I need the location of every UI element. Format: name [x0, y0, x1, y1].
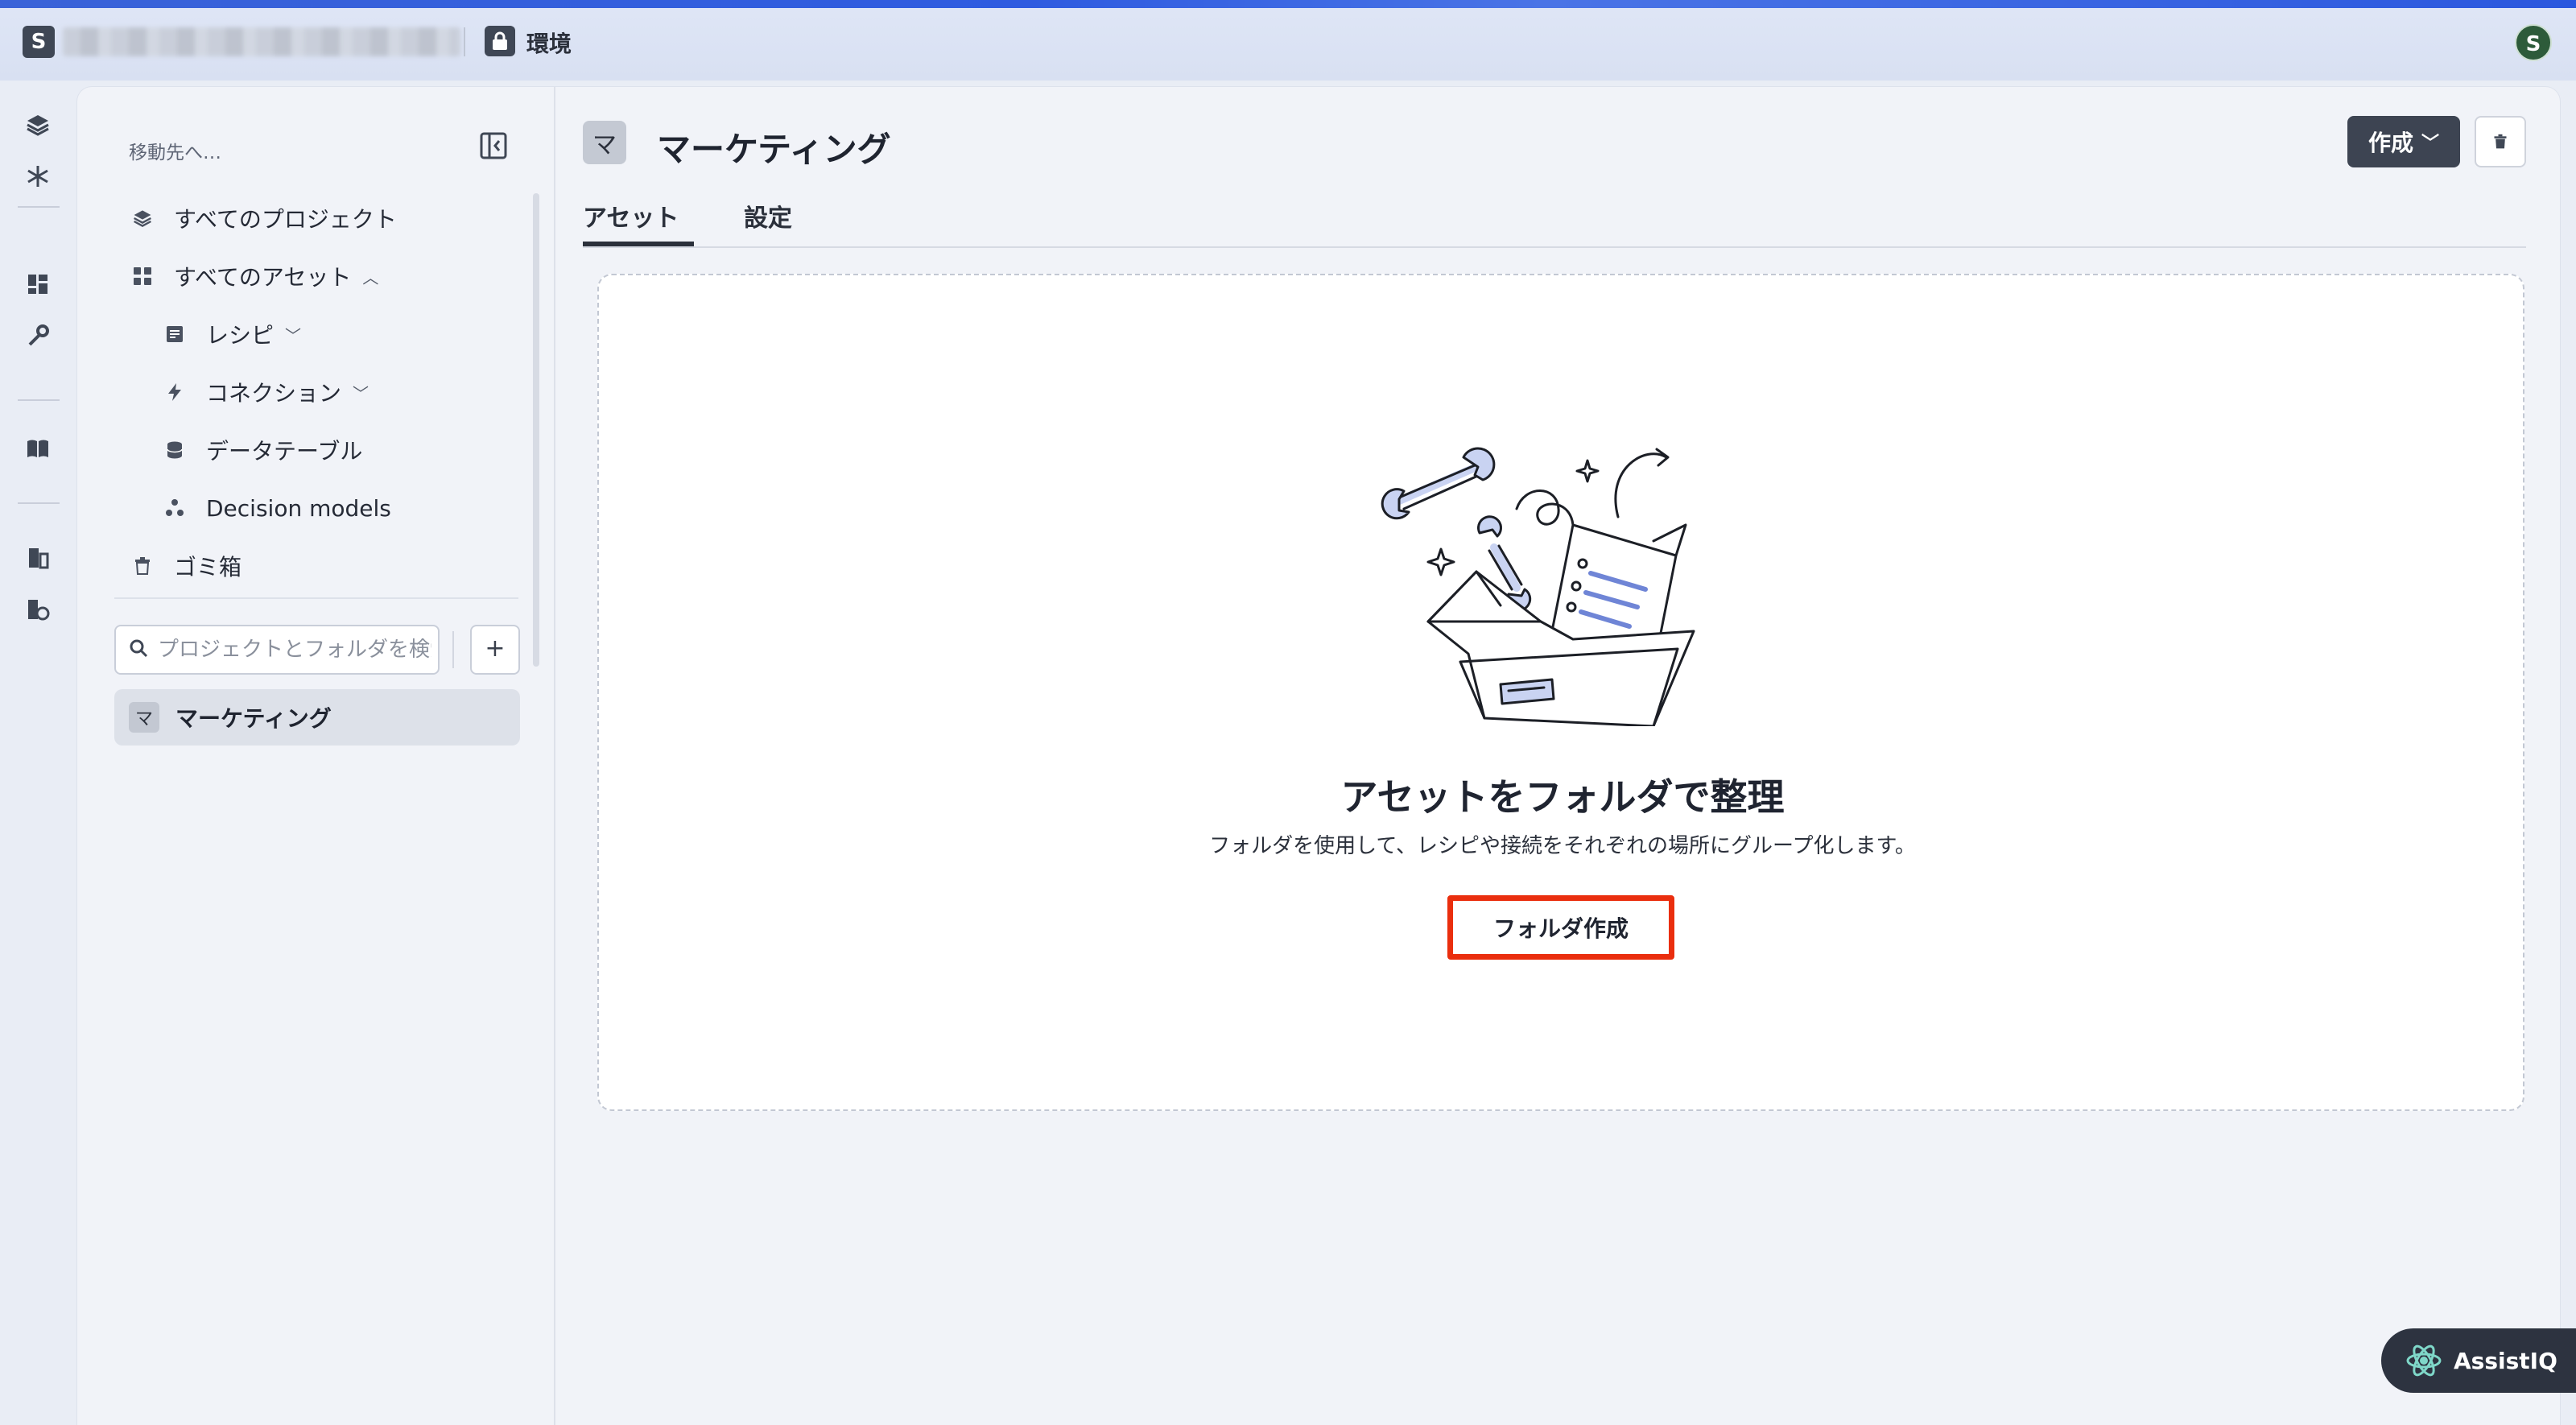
divider [464, 27, 465, 56]
rail-divider [18, 206, 60, 208]
sidebar-item-decision-models[interactable]: Decision models [163, 488, 391, 528]
project-title-badge: マ [583, 121, 626, 164]
trash-icon [130, 554, 155, 578]
trash-icon [2494, 134, 2507, 149]
project-item-marketing[interactable]: マ マーケティング [114, 689, 520, 746]
rail-divider [18, 399, 60, 401]
tab-settings[interactable]: 設定 [744, 198, 792, 246]
environment-label[interactable]: 環境 [526, 27, 572, 59]
left-rail [0, 81, 77, 1425]
sidebar-item-connections[interactable]: コネクション ﹀ [163, 372, 369, 412]
lock-icon [485, 26, 515, 56]
decision-icon [163, 496, 187, 520]
collapse-sidebar-button[interactable] [478, 130, 509, 161]
search-input[interactable] [158, 638, 431, 662]
empty-state-title: アセットをフォルダで整理 [1340, 775, 1785, 819]
content-area: マ マーケティング 作成 ﹀ アセット 設定 アセットをフォルダで整理 フォルダ… [555, 87, 2560, 1425]
wrench-icon[interactable] [24, 322, 52, 349]
bolt-icon [163, 380, 187, 404]
grid-icon [130, 264, 155, 288]
layers-icon[interactable] [24, 111, 52, 138]
book-icon[interactable] [24, 435, 52, 462]
building-icon[interactable] [24, 544, 52, 572]
delete-project-button[interactable] [2475, 116, 2526, 167]
divider [452, 631, 454, 668]
top-accent-bar [0, 0, 2576, 8]
page-title: マーケティング [657, 130, 891, 169]
layers-icon [130, 206, 155, 230]
main-panel: 移動先へ… すべてのプロジェクト すべてのアセット ︿ レシピ ﹀ コネクション… [77, 87, 2560, 1425]
chevron-down-icon[interactable]: ﹀ [285, 323, 301, 346]
project-badge: マ [129, 702, 159, 733]
folder-tools-illustration [1380, 428, 1718, 728]
sidebar-scrollbar[interactable] [533, 193, 539, 667]
project-name: マーケティング [175, 705, 332, 732]
chevron-down-icon[interactable]: ﹀ [353, 381, 369, 404]
tab-assets[interactable]: アセット [583, 198, 694, 246]
create-folder-button[interactable]: フォルダ作成 [1447, 895, 1674, 960]
billing-icon[interactable] [24, 596, 52, 623]
sidebar-item-label: ゴミ箱 [174, 554, 242, 580]
sidebar-item-recipes[interactable]: レシピ ﹀ [163, 314, 301, 354]
sidebar-item-all-projects[interactable]: すべてのプロジェクト [130, 198, 397, 238]
sidebar-item-label: Decision models [206, 494, 391, 522]
project-sidebar: 移動先へ… すべてのプロジェクト すべてのアセット ︿ レシピ ﹀ コネクション… [77, 87, 555, 1425]
atom-icon [2405, 1342, 2442, 1379]
rail-divider [18, 502, 60, 504]
tabs-divider [583, 246, 2526, 248]
assistiq-button[interactable]: AssistIQ [2381, 1328, 2576, 1393]
project-search-field[interactable] [114, 625, 440, 675]
empty-state-card: アセットをフォルダで整理 フォルダを使用して、レシピや接続をそれぞれの場所にグル… [597, 274, 2524, 1111]
sidebar-item-label: データテーブル [206, 438, 363, 465]
empty-state-description: フォルダを使用して、レシピや接続をそれぞれの場所にグループ化します。 [1209, 834, 1916, 858]
org-name-redacted[interactable] [63, 27, 460, 56]
top-bar: S 環境 S [0, 0, 2576, 81]
org-badge[interactable]: S [23, 26, 55, 58]
sidebar-item-label: すべてのアセット [174, 264, 352, 291]
chevron-down-icon: ﹀ [2421, 134, 2440, 154]
search-icon [129, 638, 148, 661]
assistiq-label: AssistIQ [2454, 1347, 2557, 1374]
chevron-up-icon[interactable]: ︿ [362, 265, 378, 288]
sidebar-item-all-assets[interactable]: すべてのアセット ︿ [130, 256, 378, 296]
add-project-button[interactable]: + [470, 625, 520, 675]
user-avatar[interactable]: S [2515, 24, 2552, 61]
sidebar-item-trash[interactable]: ゴミ箱 [130, 546, 242, 586]
dashboard-icon[interactable] [24, 271, 52, 298]
goto-label[interactable]: 移動先へ… [129, 137, 221, 164]
sidebar-item-data-tables[interactable]: データテーブル [163, 430, 362, 470]
snowflake-icon[interactable] [24, 163, 52, 190]
sidebar-item-label: コネクション [206, 380, 342, 407]
sidebar-item-label: すべてのプロジェクト [174, 206, 397, 233]
divider [114, 597, 518, 599]
sidebar-item-label: レシピ [206, 322, 275, 349]
database-icon [163, 438, 187, 462]
create-button-label: 作成 [2368, 130, 2413, 156]
recipe-icon [163, 322, 187, 346]
create-button[interactable]: 作成 ﹀ [2347, 116, 2460, 167]
